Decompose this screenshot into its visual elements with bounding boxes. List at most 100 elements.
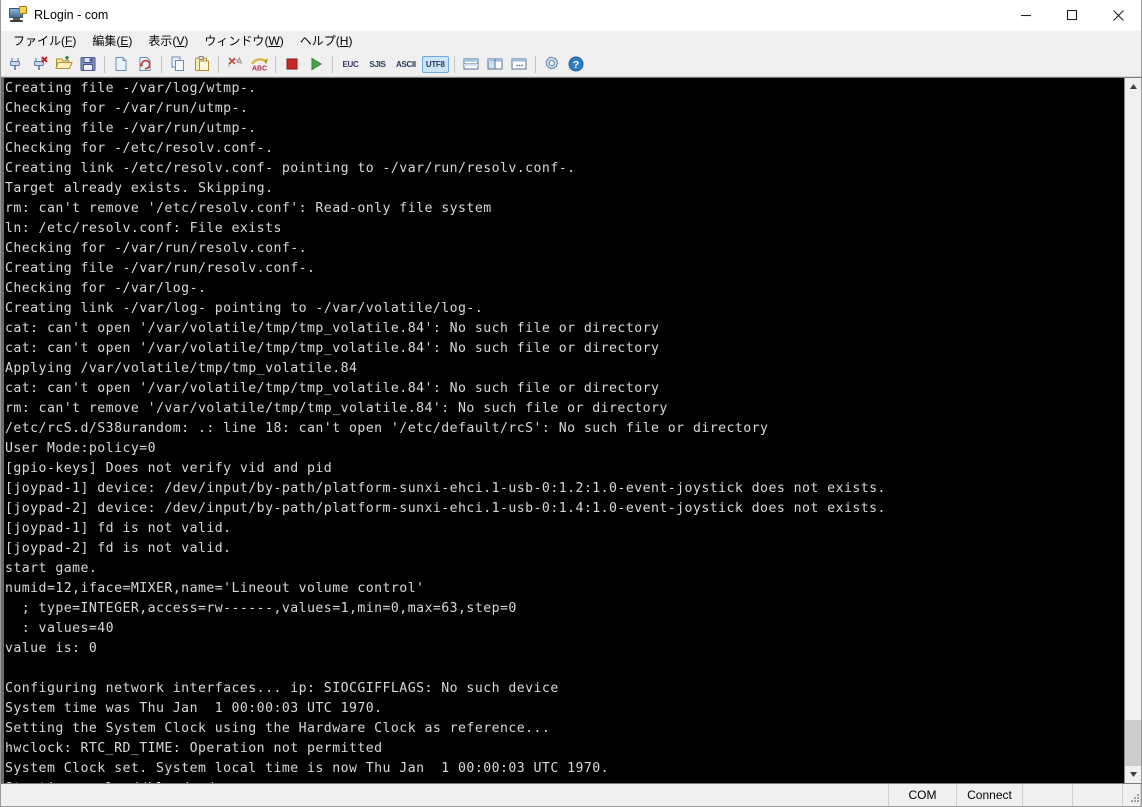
terminal-line: Checking for -/var/log-. [5, 281, 207, 296]
toolbar-separator-2 [161, 55, 162, 73]
terminal-line: value is: 0 [5, 641, 98, 656]
page-refresh-icon[interactable] [133, 53, 157, 76]
rlogin-window: RLogin - com ファイル(F) 編集(E) 表示(V) ウィンドウ(W… [0, 0, 1142, 807]
terminal-line: Creating file -/var/run/resolv.conf-. [5, 261, 316, 276]
terminal-line: rm: can't remove '/var/volatile/tmp/tmp_… [5, 401, 668, 416]
open-folder-icon[interactable] [52, 53, 76, 76]
settings-gear-icon[interactable] [540, 53, 564, 76]
terminal-line: Creating file -/var/run/utmp-. [5, 121, 257, 136]
close-button[interactable] [1095, 0, 1141, 31]
menu-file-accel: F [65, 33, 73, 48]
status-extra-2 [1073, 784, 1123, 806]
terminal-line: Applying /var/volatile/tmp/tmp_volatile.… [5, 361, 358, 376]
menu-window-accel: W [268, 33, 280, 48]
status-bar: COM Connect [1, 784, 1141, 806]
terminal-output[interactable]: Creating file -/var/log/wtmp-. Checking f… [4, 78, 1124, 783]
terminal-line: cat: can't open '/var/volatile/tmp/tmp_v… [5, 381, 660, 396]
menu-edit-accel: E [120, 33, 129, 48]
terminal-area: Creating file -/var/log/wtmp-. Checking f… [1, 77, 1141, 784]
terminal-line: numid=12,iface=MIXER,name='Lineout volum… [5, 581, 425, 596]
maximize-button[interactable] [1049, 0, 1095, 31]
stop-icon[interactable] [280, 53, 304, 76]
terminal-line: ; type=INTEGER,access=rw------,values=1,… [5, 601, 517, 616]
toolbar-separator-3 [218, 55, 219, 73]
paste-icon[interactable] [190, 53, 214, 76]
menu-help-accel: H [339, 33, 349, 48]
terminal-line: Starting syslogd/klogd: done [5, 779, 1124, 783]
svg-text:ABC: ABC [252, 66, 267, 73]
toolbar-separator-6 [453, 55, 455, 73]
toolbar: ABC EUC SJIS ASCII UTF8 ? [1, 52, 1141, 77]
terminal-line: System time was Thu Jan 1 00:00:03 UTC 1… [5, 701, 383, 716]
menu-file-label: ファイル [13, 33, 62, 48]
terminal-line: [joypad-2] fd is not valid. [5, 541, 232, 556]
terminal-line: Target already exists. Skipping. [5, 181, 274, 196]
menu-file[interactable]: ファイル(F) [5, 32, 84, 52]
terminal-line: User Mode:policy=0 [5, 441, 157, 456]
title-bar: RLogin - com [1, 0, 1141, 31]
scroll-down-arrow[interactable] [1125, 766, 1141, 783]
terminal-line: Checking for -/etc/resolv.conf-. [5, 141, 274, 156]
terminal-line: cat: can't open '/var/volatile/tmp/tmp_v… [5, 341, 660, 356]
terminal-line: [joypad-2] device: /dev/input/by-path/pl… [5, 501, 886, 516]
encoding-euc-button[interactable]: EUC [338, 56, 363, 73]
terminal-line: start game. [5, 561, 98, 576]
terminal-line: Checking for -/var/run/resolv.conf-. [5, 241, 308, 256]
menu-window-label: ウィンドウ [204, 33, 265, 48]
scrollbar-track[interactable] [1125, 95, 1141, 766]
copy-icon[interactable] [166, 53, 190, 76]
status-message [1, 784, 889, 806]
resize-grip[interactable] [1123, 784, 1141, 806]
window-controls [1003, 0, 1141, 31]
terminal-line: : values=40 [5, 621, 115, 636]
toolbar-separator-7 [534, 55, 536, 73]
minimize-button[interactable] [1003, 0, 1049, 31]
terminal-line: Creating file -/var/log/wtmp-. [5, 81, 257, 96]
terminal-line: Checking for -/var/run/utmp-. [5, 101, 249, 116]
status-extra-1 [1023, 784, 1073, 806]
terminal-line: Setting the System Clock using the Hardw… [5, 721, 551, 736]
terminal-line: cat: can't open '/var/volatile/tmp/tmp_v… [5, 321, 660, 336]
toolbar-separator-1 [104, 55, 105, 73]
terminal-line: ln: /etc/resolv.conf: File exists [5, 221, 282, 236]
svg-text:?: ? [572, 59, 578, 71]
encoding-ascii-button[interactable]: ASCII [392, 56, 420, 73]
scrollbar-thumb[interactable] [1125, 720, 1141, 766]
menu-help[interactable]: ヘルプ(H) [292, 32, 361, 52]
disconnect-icon[interactable] [28, 53, 52, 76]
run-icon[interactable] [304, 53, 328, 76]
menu-window[interactable]: ウィンドウ(W) [196, 32, 291, 52]
terminal-line: Configuring network interfaces... ip: SI… [5, 681, 559, 696]
erase-icon[interactable] [223, 53, 247, 76]
split-horizontal-icon[interactable] [459, 53, 483, 76]
window-list-icon[interactable] [507, 53, 531, 76]
toolbar-separator-4 [275, 55, 276, 73]
menu-view[interactable]: 表示(V) [140, 32, 196, 52]
terminal-line: [gpio-keys] Does not verify vid and pid [5, 461, 333, 476]
encoding-utf8-button[interactable]: UTF8 [421, 55, 449, 73]
menu-bar: ファイル(F) 編集(E) 表示(V) ウィンドウ(W) ヘルプ(H) [1, 31, 1141, 52]
rlogin-terminal-icon [9, 6, 27, 24]
connect-icon[interactable] [4, 53, 28, 76]
terminal-line: /etc/rcS.d/S38urandom: .: line 18: can't… [5, 421, 769, 436]
terminal-scrollbar[interactable] [1124, 78, 1141, 783]
window-title: RLogin - com [34, 8, 109, 22]
abc-pen-icon[interactable]: ABC [247, 53, 271, 76]
status-connection: Connect [957, 784, 1023, 806]
menu-view-label: 表示 [148, 33, 173, 48]
menu-help-label: ヘルプ [299, 33, 336, 48]
new-file-icon[interactable] [109, 53, 133, 76]
terminal-line: hwclock: RTC_RD_TIME: Operation not perm… [5, 741, 383, 756]
menu-edit-label: 編集 [92, 33, 117, 48]
save-icon[interactable] [76, 53, 100, 76]
split-vertical-icon[interactable] [483, 53, 507, 76]
encoding-sjis-button[interactable]: SJIS [365, 56, 390, 73]
terminal-line: rm: can't remove '/etc/resolv.conf': Rea… [5, 201, 492, 216]
terminal-line: Creating link -/var/log- pointing to -/v… [5, 301, 484, 316]
scroll-up-arrow[interactable] [1125, 78, 1141, 95]
help-question-icon[interactable]: ? [564, 53, 588, 76]
menu-edit[interactable]: 編集(E) [84, 32, 140, 52]
terminal-line: [joypad-1] device: /dev/input/by-path/pl… [5, 481, 886, 496]
terminal-line: System Clock set. System local time is n… [5, 761, 610, 776]
